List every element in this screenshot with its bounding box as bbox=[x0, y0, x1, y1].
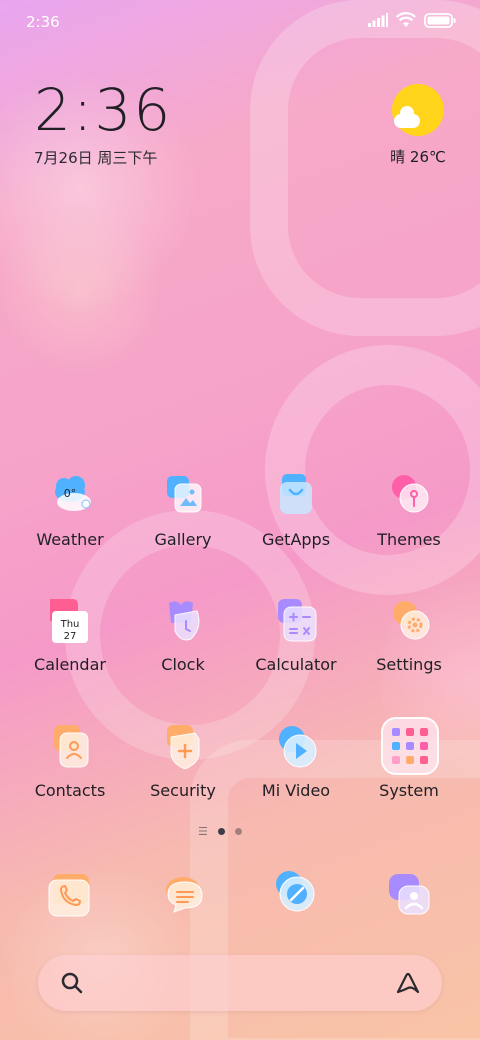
app-label: System bbox=[379, 781, 439, 800]
weather-icon: 0° bbox=[55, 476, 91, 511]
wallpaper-shape bbox=[0, 200, 160, 380]
app-calculator[interactable]: Calculator bbox=[239, 599, 353, 699]
wallpaper-shape bbox=[250, 0, 480, 336]
page-dot-active[interactable] bbox=[217, 828, 225, 835]
app-clock[interactable]: Clock bbox=[126, 599, 240, 699]
status-icons bbox=[368, 12, 456, 28]
app-label: Contacts bbox=[34, 781, 106, 800]
home-screen: 2:36 2:36 7月26日 周三下午 晴 26℃ 0° Weather Ga… bbox=[0, 0, 480, 1040]
themes-icon bbox=[392, 475, 429, 513]
search-bar[interactable] bbox=[38, 955, 442, 1011]
settings-icon bbox=[393, 601, 430, 640]
assistant-icon[interactable] bbox=[394, 970, 422, 996]
app-label: Gallery bbox=[154, 530, 212, 549]
browser-icon[interactable] bbox=[273, 870, 323, 920]
app-label: Mi Video bbox=[261, 781, 331, 800]
contacts-icon bbox=[54, 725, 89, 768]
calendar-day-number: 27 bbox=[64, 631, 77, 642]
wifi-icon bbox=[396, 12, 416, 27]
feed-page-icon[interactable]: ☰ bbox=[198, 826, 208, 837]
weather-badge: 0° bbox=[64, 487, 77, 500]
mi-video-icon bbox=[279, 726, 317, 768]
app-calendar[interactable]: Thu 27 Calendar bbox=[13, 599, 127, 699]
gallery-icon bbox=[167, 476, 202, 513]
phone-icon[interactable] bbox=[47, 870, 97, 920]
calendar-day-name: Thu bbox=[60, 619, 80, 630]
app-security[interactable]: Security bbox=[126, 725, 240, 825]
app-weather[interactable]: 0° Weather bbox=[13, 474, 127, 574]
app-mi-video[interactable]: Mi Video bbox=[239, 725, 353, 825]
weather-condition: 晴 26℃ bbox=[390, 148, 446, 166]
app-settings[interactable]: Settings bbox=[352, 599, 466, 699]
status-bar: 2:36 bbox=[0, 0, 480, 42]
app-label: Weather bbox=[36, 530, 104, 549]
app-label: Security bbox=[150, 781, 216, 800]
calendar-icon: Thu 27 bbox=[50, 599, 88, 643]
chat-icon[interactable] bbox=[385, 870, 435, 920]
app-label: Settings bbox=[376, 655, 442, 674]
getapps-icon bbox=[280, 474, 312, 514]
battery-icon bbox=[424, 12, 456, 28]
folder-system[interactable]: System bbox=[352, 717, 466, 825]
app-label: Themes bbox=[377, 530, 441, 549]
app-label: Calendar bbox=[34, 655, 106, 674]
clock-icon bbox=[169, 601, 200, 641]
app-label: Calculator bbox=[255, 655, 337, 674]
signal-icon bbox=[368, 13, 388, 27]
widget-time: 2:36 bbox=[34, 76, 173, 144]
security-icon bbox=[167, 725, 200, 769]
system-folder-icon bbox=[381, 717, 439, 775]
app-getapps[interactable]: GetApps bbox=[239, 474, 353, 574]
cloud-shape bbox=[394, 106, 420, 128]
widget-date: 7月26日 周三下午 bbox=[34, 149, 158, 167]
app-label: Clock bbox=[161, 655, 205, 674]
calculator-icon bbox=[278, 599, 317, 642]
app-label: GetApps bbox=[261, 530, 331, 549]
page-dot[interactable] bbox=[234, 828, 242, 835]
search-icon[interactable] bbox=[60, 971, 84, 995]
app-contacts[interactable]: Contacts bbox=[13, 725, 127, 825]
app-gallery[interactable]: Gallery bbox=[126, 474, 240, 574]
status-time: 2:36 bbox=[26, 13, 60, 31]
clock-widget[interactable]: 2:36 7月26日 周三下午 bbox=[34, 80, 172, 168]
page-indicator[interactable]: ☰ bbox=[198, 826, 242, 837]
app-themes[interactable]: Themes bbox=[352, 474, 466, 574]
messages-icon[interactable] bbox=[160, 870, 210, 920]
